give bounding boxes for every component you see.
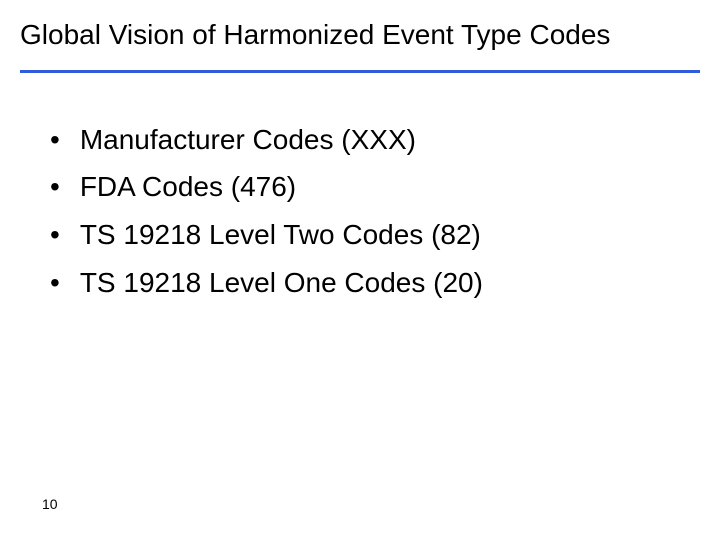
list-item: • Manufacturer Codes (XXX) [50, 121, 700, 159]
list-item: • TS 19218 Level Two Codes (82) [50, 216, 700, 254]
bullet-list: • Manufacturer Codes (XXX) • FDA Codes (… [50, 121, 700, 302]
bullet-text: TS 19218 Level Two Codes (82) [80, 216, 481, 254]
bullet-icon: • [50, 264, 60, 302]
bullet-icon: • [50, 216, 60, 254]
page-number: 10 [42, 496, 58, 512]
bullet-icon: • [50, 121, 60, 159]
list-item: • FDA Codes (476) [50, 168, 700, 206]
title-divider [20, 70, 700, 73]
slide-container: Global Vision of Harmonized Event Type C… [0, 0, 720, 540]
bullet-text: FDA Codes (476) [80, 168, 296, 206]
bullet-text: TS 19218 Level One Codes (20) [80, 264, 483, 302]
list-item: • TS 19218 Level One Codes (20) [50, 264, 700, 302]
slide-title: Global Vision of Harmonized Event Type C… [20, 18, 700, 52]
bullet-icon: • [50, 168, 60, 206]
content-area: • Manufacturer Codes (XXX) • FDA Codes (… [20, 121, 700, 302]
bullet-text: Manufacturer Codes (XXX) [80, 121, 416, 159]
